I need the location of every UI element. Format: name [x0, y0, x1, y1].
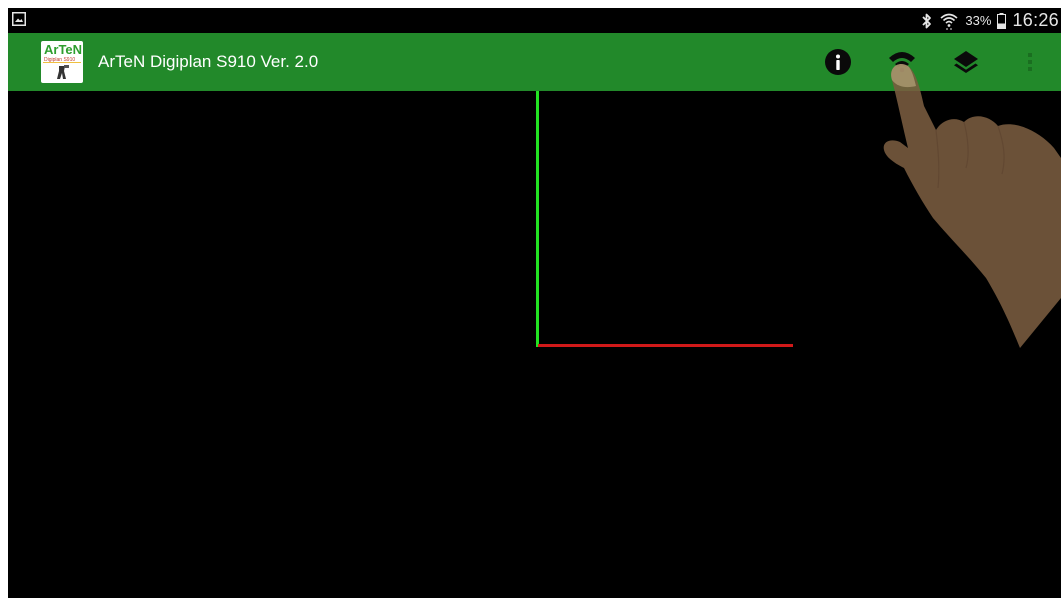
status-icons: 33% 16:26	[921, 8, 1059, 33]
device-screen: 33% 16:26 ArTeN Digiplan S910 ArTeN Digi…	[8, 8, 1061, 598]
app-title: ArTeN Digiplan S910 Ver. 2.0	[98, 52, 319, 71]
wifi-icon	[940, 13, 958, 30]
action-bar: ArTeN Digiplan S910 ArTeN Digiplan S910 …	[8, 33, 1061, 91]
app-logo[interactable]: ArTeN Digiplan S910	[41, 41, 83, 83]
overflow-menu-icon	[1028, 53, 1032, 71]
layers-button[interactable]	[948, 44, 984, 80]
layers-icon	[954, 51, 978, 73]
battery-percent: 33%	[965, 13, 992, 28]
status-bar: 33% 16:26	[8, 8, 1061, 33]
app-logo-icon: ArTeN Digiplan S910	[43, 42, 82, 79]
connect-button[interactable]	[884, 44, 920, 80]
x-axis-line	[538, 344, 793, 347]
wireless-connect-icon	[889, 52, 915, 73]
battery-icon	[997, 12, 1007, 29]
bluetooth-icon	[922, 13, 932, 28]
y-axis-line	[536, 91, 539, 347]
gallery-notification-icon	[12, 12, 26, 26]
drawing-canvas[interactable]	[8, 91, 1061, 598]
info-button[interactable]	[820, 44, 856, 80]
overflow-menu-button[interactable]	[1012, 44, 1048, 80]
info-icon	[825, 49, 851, 75]
logo-wordmark: ArTeN	[44, 42, 82, 57]
status-time: 16:26	[1012, 10, 1059, 30]
